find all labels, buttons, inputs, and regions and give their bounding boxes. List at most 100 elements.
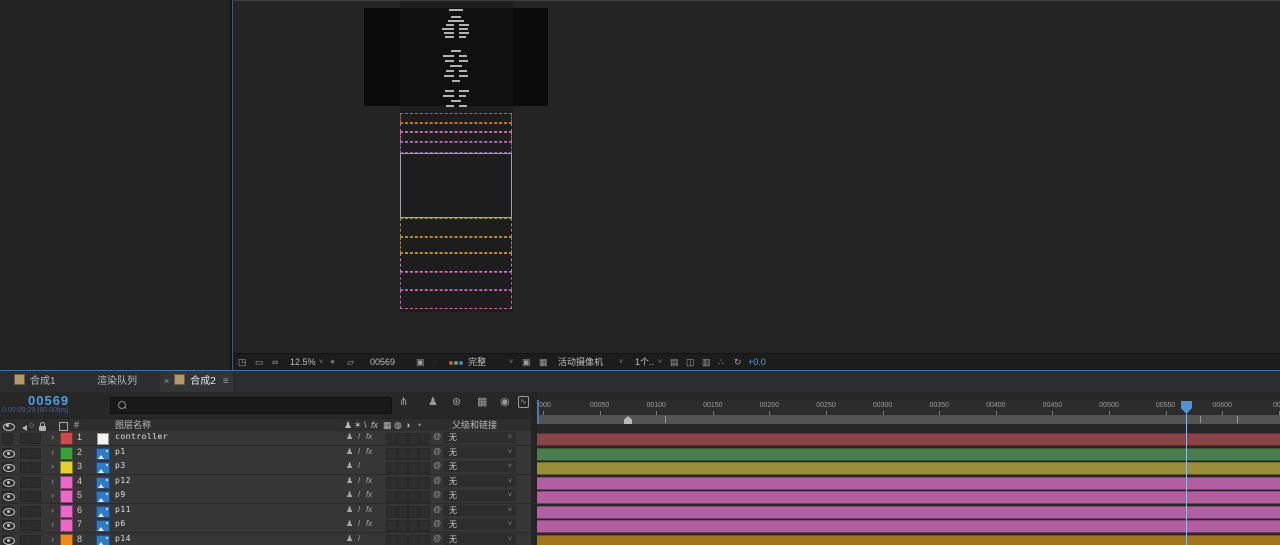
lock-cell[interactable] [30,491,41,502]
layer-duration-bar[interactable] [537,433,1280,446]
transparency-grid-icon[interactable]: ▦ [539,357,548,368]
guides-icon[interactable]: ▤ [670,357,679,368]
layer-name[interactable]: p14 [115,534,131,543]
flowchart-icon[interactable]: ∴ [718,357,724,368]
layer-duration-bar[interactable] [537,462,1280,475]
timeline-tracks[interactable] [537,424,1280,545]
threed-cell[interactable] [419,462,430,474]
motion-blur-cell[interactable] [397,433,408,445]
adjustment-cell[interactable] [408,448,419,460]
chevron-down-icon[interactable]: ˅ [619,357,623,368]
tab-comp1[interactable]: 合成1 [14,371,56,392]
tab-render-queue[interactable]: 渲染队列 [97,371,137,392]
channels-icon[interactable] [449,357,464,368]
chevron-down-icon[interactable]: ˅ [658,357,662,368]
layer-row[interactable]: › 2 p1 ♟ / fx @ 无˅ [0,446,531,461]
exposure-value[interactable]: +0.0 [748,357,766,368]
parent-link-header[interactable]: 父级和链接 [452,420,497,431]
quality-switch[interactable]: / [358,505,360,514]
threed-cell[interactable] [419,477,430,489]
lock-cell[interactable] [30,433,41,444]
layer-duration-bar[interactable] [537,520,1280,533]
quality-switch[interactable]: / [358,432,360,441]
eye-icon[interactable] [3,464,15,472]
twirl-arrow[interactable]: › [51,534,54,544]
lock-cell[interactable] [30,535,41,545]
pick-whip-icon[interactable]: @ [433,476,441,485]
motion-blur-cell[interactable] [397,520,408,532]
label-color-swatch[interactable] [60,476,73,489]
camera-select[interactable]: 活动摄像机 [558,357,603,368]
layer-row[interactable]: › 4 p12 ♟ / fx @ 无˅ [0,475,531,490]
layer-row[interactable]: › 7 p6 ♟ / fx @ 无˅ [0,518,531,533]
comp-marker[interactable] [624,416,632,424]
parent-dropdown[interactable]: 无˅ [443,490,516,501]
twirl-arrow[interactable]: › [51,461,54,471]
quality-switch[interactable]: / [358,461,360,470]
label-color-swatch[interactable] [60,519,73,532]
shy-icon[interactable]: ♟ [346,447,353,456]
always-preview-icon[interactable]: ◳ [238,357,247,368]
layer-name[interactable]: p11 [115,505,131,514]
pick-whip-icon[interactable]: @ [433,447,441,456]
adjustment-cell[interactable] [408,520,419,532]
adjustment-cell[interactable] [408,477,419,489]
motion-blur-cell[interactable] [397,462,408,474]
twirl-arrow[interactable]: › [51,519,54,529]
layer-duration-bar[interactable] [537,535,1280,545]
parent-dropdown[interactable]: 无˅ [443,476,516,487]
lock-cell[interactable] [30,462,41,473]
quality-switch[interactable]: / [358,490,360,499]
threed-cell[interactable] [419,506,430,518]
tab-comp2-active[interactable]: ×合成2≡ [160,371,233,393]
parent-dropdown[interactable]: 无˅ [443,534,516,545]
motion-blur-cell[interactable] [397,477,408,489]
parent-dropdown[interactable]: 无˅ [443,505,516,516]
shy-layers-icon[interactable]: ♟ [428,396,438,409]
fx-switch[interactable]: fx [366,519,372,528]
threed-cell[interactable] [419,535,430,545]
reset-exposure-icon[interactable]: ↻ [734,357,742,368]
threed-cell[interactable] [419,448,430,460]
layer-row[interactable]: › 5 p9 ♟ / fx @ 无˅ [0,489,531,504]
frame-blend-cell[interactable] [386,506,397,518]
twirl-arrow[interactable]: › [51,490,54,500]
frame-blend-cell[interactable] [386,535,397,545]
frame-blend-cell[interactable] [386,477,397,489]
motion-blur-cell[interactable] [397,535,408,545]
parent-dropdown[interactable]: 无˅ [443,519,516,530]
frame-blend-cell[interactable] [386,520,397,532]
mini-flowchart-icon[interactable]: ⋔ [399,396,408,409]
fx-switch[interactable]: fx [366,490,372,499]
layer-duration-bar[interactable] [537,448,1280,461]
glasses-icon[interactable]: ∞ [272,357,278,368]
lock-cell[interactable] [30,520,41,531]
lock-cell[interactable] [30,448,41,459]
viewer-timecode[interactable]: 00569 [370,357,395,368]
pixel-aspect-icon[interactable]: ◫ [686,357,695,368]
shy-icon[interactable]: ♟ [346,490,353,499]
time-ruler[interactable]: 0000000500010000150002000025000300003500… [537,400,1280,416]
quality-switch[interactable]: / [358,534,360,543]
pick-whip-icon[interactable]: @ [433,534,441,543]
shy-icon[interactable]: ♟ [346,461,353,470]
chevron-down-icon[interactable]: ˅ [509,357,513,368]
close-icon[interactable]: × [164,376,169,386]
threed-cell[interactable] [419,520,430,532]
shy-icon[interactable]: ♟ [346,476,353,485]
zoom-level[interactable]: 12.5% [290,357,316,368]
label-color-swatch[interactable] [60,490,73,503]
twirl-arrow[interactable]: › [51,432,54,442]
frame-blend-cell[interactable] [386,491,397,503]
pick-whip-icon[interactable]: @ [433,490,441,499]
lock-cell[interactable] [30,477,41,488]
fx-switch[interactable]: fx [366,432,372,441]
project-panel[interactable] [0,0,230,370]
parent-dropdown[interactable]: 无˅ [443,461,516,472]
lock-cell[interactable] [30,506,41,517]
quality-switch[interactable]: / [358,519,360,528]
layer-name[interactable]: p9 [115,490,126,499]
layer-name-header[interactable]: 图层名称 [115,420,151,431]
threed-cell[interactable] [419,433,430,445]
motion-blur-cell[interactable] [397,448,408,460]
